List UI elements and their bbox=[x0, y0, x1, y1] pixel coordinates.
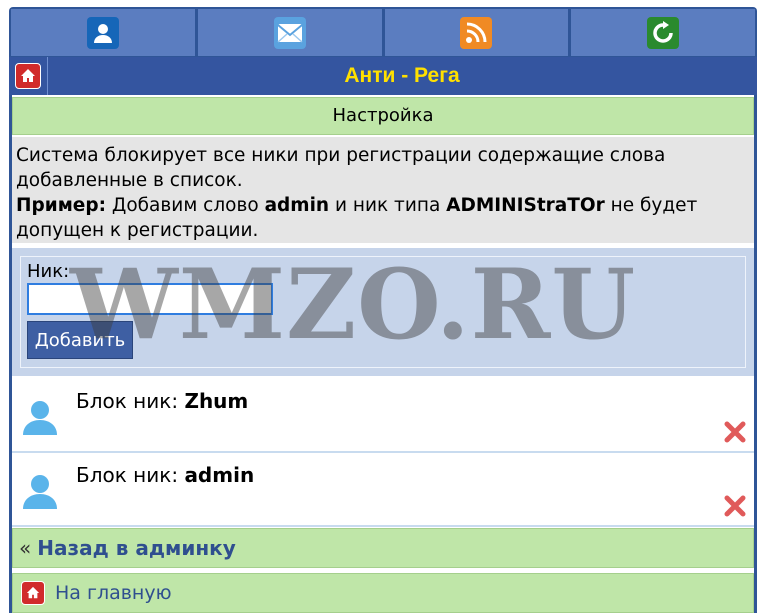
user-avatar-icon bbox=[20, 397, 60, 437]
nav-refresh[interactable] bbox=[571, 9, 755, 56]
nick-input[interactable] bbox=[27, 283, 273, 315]
nav-mail[interactable] bbox=[197, 9, 382, 56]
example-text: Добавим слово bbox=[106, 195, 265, 216]
nick-label: Ник: bbox=[27, 261, 70, 282]
example-label: Пример: bbox=[16, 195, 106, 216]
rss-icon bbox=[460, 16, 493, 49]
blocked-prefix: Блок ник: bbox=[76, 463, 185, 487]
add-nick-form: Ник: Добавить bbox=[12, 248, 754, 376]
user-avatar-icon bbox=[20, 471, 60, 511]
delete-icon[interactable] bbox=[724, 421, 746, 443]
description: Система блокирует все ники при регистрац… bbox=[12, 137, 754, 243]
example-nick: ADMINIStraTOr bbox=[446, 195, 605, 216]
section-header: Настройка bbox=[12, 97, 754, 135]
description-text: Система блокирует все ники при регистрац… bbox=[16, 145, 666, 191]
nav-rss[interactable] bbox=[384, 9, 569, 56]
add-button[interactable]: Добавить bbox=[27, 321, 133, 359]
blocked-nick-line: Блок ник: admin bbox=[76, 463, 254, 487]
page-title: Анти - Рега bbox=[344, 64, 460, 87]
nav-profile[interactable] bbox=[11, 9, 195, 56]
mail-icon bbox=[273, 16, 306, 49]
user-icon bbox=[86, 16, 119, 49]
refresh-icon bbox=[647, 16, 680, 49]
list-item: Блок ник: admin bbox=[12, 453, 754, 527]
home-icon bbox=[21, 581, 45, 605]
title-bar: Анти - Рега bbox=[9, 57, 757, 95]
go-home-link[interactable]: На главную bbox=[55, 574, 172, 612]
form-inner: Ник: Добавить bbox=[20, 256, 746, 368]
example-text: и ник типа bbox=[329, 195, 447, 216]
blocked-nick: admin bbox=[184, 463, 255, 487]
blocked-prefix: Блок ник: bbox=[76, 389, 185, 413]
back-arrow: « bbox=[19, 536, 32, 560]
example-word: admin bbox=[264, 195, 330, 216]
content: Настройка Система блокирует все ники при… bbox=[12, 95, 754, 613]
home-icon bbox=[15, 63, 41, 89]
delete-icon[interactable] bbox=[724, 495, 746, 517]
blocked-nick-line: Блок ник: Zhum bbox=[76, 389, 248, 413]
app-frame: Анти - Рега Настройка Система блокирует … bbox=[9, 7, 757, 613]
list-item: Блок ник: Zhum bbox=[12, 379, 754, 453]
go-home-row[interactable]: На главную bbox=[12, 573, 754, 613]
back-to-admin-row[interactable]: «Назад в админку bbox=[12, 528, 754, 568]
back-to-admin-link[interactable]: Назад в админку bbox=[37, 536, 236, 560]
blocked-nick: Zhum bbox=[184, 389, 249, 413]
top-navigation bbox=[11, 9, 755, 56]
home-button[interactable] bbox=[9, 57, 48, 95]
